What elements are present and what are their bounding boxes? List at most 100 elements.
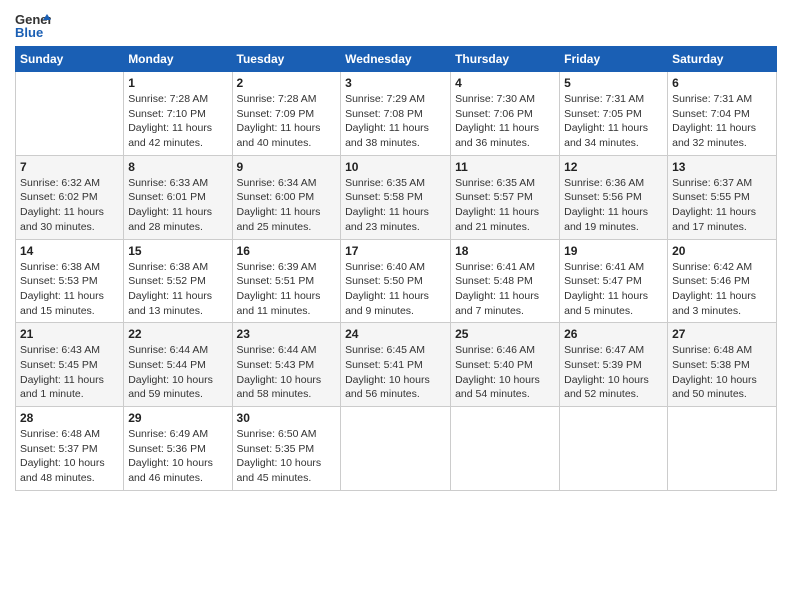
day-number: 24 [345, 327, 446, 341]
logo-icon: General Blue [15, 10, 51, 40]
day-info: Sunrise: 7:29 AM Sunset: 7:08 PM Dayligh… [345, 92, 446, 151]
day-number: 8 [128, 160, 227, 174]
calendar-cell: 20 Sunrise: 6:42 AM Sunset: 5:46 PM Dayli… [668, 239, 777, 323]
calendar-cell: 5 Sunrise: 7:31 AM Sunset: 7:05 PM Daylig… [560, 72, 668, 156]
day-info: Sunrise: 6:48 AM Sunset: 5:38 PM Dayligh… [672, 343, 772, 402]
calendar-cell: 4 Sunrise: 7:30 AM Sunset: 7:06 PM Daylig… [451, 72, 560, 156]
day-info: Sunrise: 6:35 AM Sunset: 5:57 PM Dayligh… [455, 176, 555, 235]
calendar-cell: 29 Sunrise: 6:49 AM Sunset: 5:36 PM Dayli… [124, 407, 232, 491]
day-info: Sunrise: 7:30 AM Sunset: 7:06 PM Dayligh… [455, 92, 555, 151]
calendar-cell: 22 Sunrise: 6:44 AM Sunset: 5:44 PM Dayli… [124, 323, 232, 407]
calendar-cell [560, 407, 668, 491]
day-info: Sunrise: 6:49 AM Sunset: 5:36 PM Dayligh… [128, 427, 227, 486]
calendar-cell: 28 Sunrise: 6:48 AM Sunset: 5:37 PM Dayli… [16, 407, 124, 491]
calendar-cell: 25 Sunrise: 6:46 AM Sunset: 5:40 PM Dayli… [451, 323, 560, 407]
day-info: Sunrise: 6:46 AM Sunset: 5:40 PM Dayligh… [455, 343, 555, 402]
day-info: Sunrise: 7:31 AM Sunset: 7:05 PM Dayligh… [564, 92, 663, 151]
day-number: 11 [455, 160, 555, 174]
calendar-cell: 18 Sunrise: 6:41 AM Sunset: 5:48 PM Dayli… [451, 239, 560, 323]
day-number: 19 [564, 244, 663, 258]
weekday-header-wednesday: Wednesday [341, 47, 451, 72]
day-info: Sunrise: 6:41 AM Sunset: 5:48 PM Dayligh… [455, 260, 555, 319]
calendar-week-3: 14Sunrise: 6:38 AM Sunset: 5:53 PM Dayli… [16, 239, 777, 323]
calendar-cell: 3Sunrise: 7:29 AM Sunset: 7:08 PM Daylig… [341, 72, 451, 156]
day-number: 15 [128, 244, 227, 258]
day-number: 26 [564, 327, 663, 341]
day-info: Sunrise: 6:33 AM Sunset: 6:01 PM Dayligh… [128, 176, 227, 235]
day-info: Sunrise: 7:31 AM Sunset: 7:04 PM Dayligh… [672, 92, 772, 151]
calendar-cell: 27 Sunrise: 6:48 AM Sunset: 5:38 PM Dayli… [668, 323, 777, 407]
calendar-cell: 12Sunrise: 6:36 AM Sunset: 5:56 PM Dayli… [560, 155, 668, 239]
day-info: Sunrise: 6:39 AM Sunset: 5:51 PM Dayligh… [237, 260, 337, 319]
calendar-cell: 26 Sunrise: 6:47 AM Sunset: 5:39 PM Dayli… [560, 323, 668, 407]
logo: General Blue [15, 10, 51, 40]
day-info: Sunrise: 6:44 AM Sunset: 5:44 PM Dayligh… [128, 343, 227, 402]
calendar-cell [341, 407, 451, 491]
calendar-cell: 7 Sunrise: 6:32 AM Sunset: 6:02 PM Daylig… [16, 155, 124, 239]
day-info: Sunrise: 6:38 AM Sunset: 5:52 PM Dayligh… [128, 260, 227, 319]
calendar-week-5: 28 Sunrise: 6:48 AM Sunset: 5:37 PM Dayli… [16, 407, 777, 491]
svg-text:Blue: Blue [15, 25, 43, 40]
calendar-cell: 13 Sunrise: 6:37 AM Sunset: 5:55 PM Dayli… [668, 155, 777, 239]
calendar-cell: 11 Sunrise: 6:35 AM Sunset: 5:57 PM Dayli… [451, 155, 560, 239]
day-info: Sunrise: 6:43 AM Sunset: 5:45 PM Dayligh… [20, 343, 119, 402]
day-info: Sunrise: 6:41 AM Sunset: 5:47 PM Dayligh… [564, 260, 663, 319]
calendar-table: SundayMondayTuesdayWednesdayThursdayFrid… [15, 46, 777, 491]
calendar-cell: 16 Sunrise: 6:39 AM Sunset: 5:51 PM Dayli… [232, 239, 341, 323]
calendar-cell: 23Sunrise: 6:44 AM Sunset: 5:43 PM Dayli… [232, 323, 341, 407]
day-number: 13 [672, 160, 772, 174]
calendar-cell [668, 407, 777, 491]
day-number: 2 [237, 76, 337, 90]
day-info: Sunrise: 6:42 AM Sunset: 5:46 PM Dayligh… [672, 260, 772, 319]
day-number: 16 [237, 244, 337, 258]
day-info: Sunrise: 6:48 AM Sunset: 5:37 PM Dayligh… [20, 427, 119, 486]
day-info: Sunrise: 6:37 AM Sunset: 5:55 PM Dayligh… [672, 176, 772, 235]
weekday-header-tuesday: Tuesday [232, 47, 341, 72]
calendar-cell: 15 Sunrise: 6:38 AM Sunset: 5:52 PM Dayli… [124, 239, 232, 323]
day-number: 28 [20, 411, 119, 425]
calendar-cell: 30Sunrise: 6:50 AM Sunset: 5:35 PM Dayli… [232, 407, 341, 491]
calendar-header-row: SundayMondayTuesdayWednesdayThursdayFrid… [16, 47, 777, 72]
calendar-body: 1Sunrise: 7:28 AM Sunset: 7:10 PM Daylig… [16, 72, 777, 491]
day-number: 25 [455, 327, 555, 341]
weekday-header-thursday: Thursday [451, 47, 560, 72]
day-number: 4 [455, 76, 555, 90]
calendar-cell: 1Sunrise: 7:28 AM Sunset: 7:10 PM Daylig… [124, 72, 232, 156]
calendar-cell [16, 72, 124, 156]
day-number: 5 [564, 76, 663, 90]
day-number: 27 [672, 327, 772, 341]
day-number: 12 [564, 160, 663, 174]
calendar-cell: 10 Sunrise: 6:35 AM Sunset: 5:58 PM Dayli… [341, 155, 451, 239]
weekday-header-sunday: Sunday [16, 47, 124, 72]
day-number: 21 [20, 327, 119, 341]
calendar-cell: 9Sunrise: 6:34 AM Sunset: 6:00 PM Daylig… [232, 155, 341, 239]
day-number: 29 [128, 411, 227, 425]
page-header: General Blue [15, 10, 777, 40]
day-info: Sunrise: 6:35 AM Sunset: 5:58 PM Dayligh… [345, 176, 446, 235]
day-number: 10 [345, 160, 446, 174]
calendar-cell: 21 Sunrise: 6:43 AM Sunset: 5:45 PM Dayli… [16, 323, 124, 407]
calendar-week-4: 21 Sunrise: 6:43 AM Sunset: 5:45 PM Dayli… [16, 323, 777, 407]
day-info: Sunrise: 6:47 AM Sunset: 5:39 PM Dayligh… [564, 343, 663, 402]
weekday-header-saturday: Saturday [668, 47, 777, 72]
day-number: 20 [672, 244, 772, 258]
calendar-cell: 2Sunrise: 7:28 AM Sunset: 7:09 PM Daylig… [232, 72, 341, 156]
calendar-cell [451, 407, 560, 491]
day-number: 7 [20, 160, 119, 174]
day-info: Sunrise: 6:50 AM Sunset: 5:35 PM Dayligh… [237, 427, 337, 486]
day-number: 9 [237, 160, 337, 174]
day-number: 22 [128, 327, 227, 341]
weekday-header-friday: Friday [560, 47, 668, 72]
day-number: 17 [345, 244, 446, 258]
calendar-cell: 19 Sunrise: 6:41 AM Sunset: 5:47 PM Dayli… [560, 239, 668, 323]
calendar-cell: 14Sunrise: 6:38 AM Sunset: 5:53 PM Dayli… [16, 239, 124, 323]
calendar-cell: 6Sunrise: 7:31 AM Sunset: 7:04 PM Daylig… [668, 72, 777, 156]
calendar-week-2: 7 Sunrise: 6:32 AM Sunset: 6:02 PM Daylig… [16, 155, 777, 239]
day-info: Sunrise: 6:40 AM Sunset: 5:50 PM Dayligh… [345, 260, 446, 319]
calendar-cell: 8 Sunrise: 6:33 AM Sunset: 6:01 PM Daylig… [124, 155, 232, 239]
day-info: Sunrise: 6:44 AM Sunset: 5:43 PM Dayligh… [237, 343, 337, 402]
day-number: 18 [455, 244, 555, 258]
day-info: Sunrise: 6:45 AM Sunset: 5:41 PM Dayligh… [345, 343, 446, 402]
day-info: Sunrise: 6:32 AM Sunset: 6:02 PM Dayligh… [20, 176, 119, 235]
calendar-cell: 24 Sunrise: 6:45 AM Sunset: 5:41 PM Dayli… [341, 323, 451, 407]
